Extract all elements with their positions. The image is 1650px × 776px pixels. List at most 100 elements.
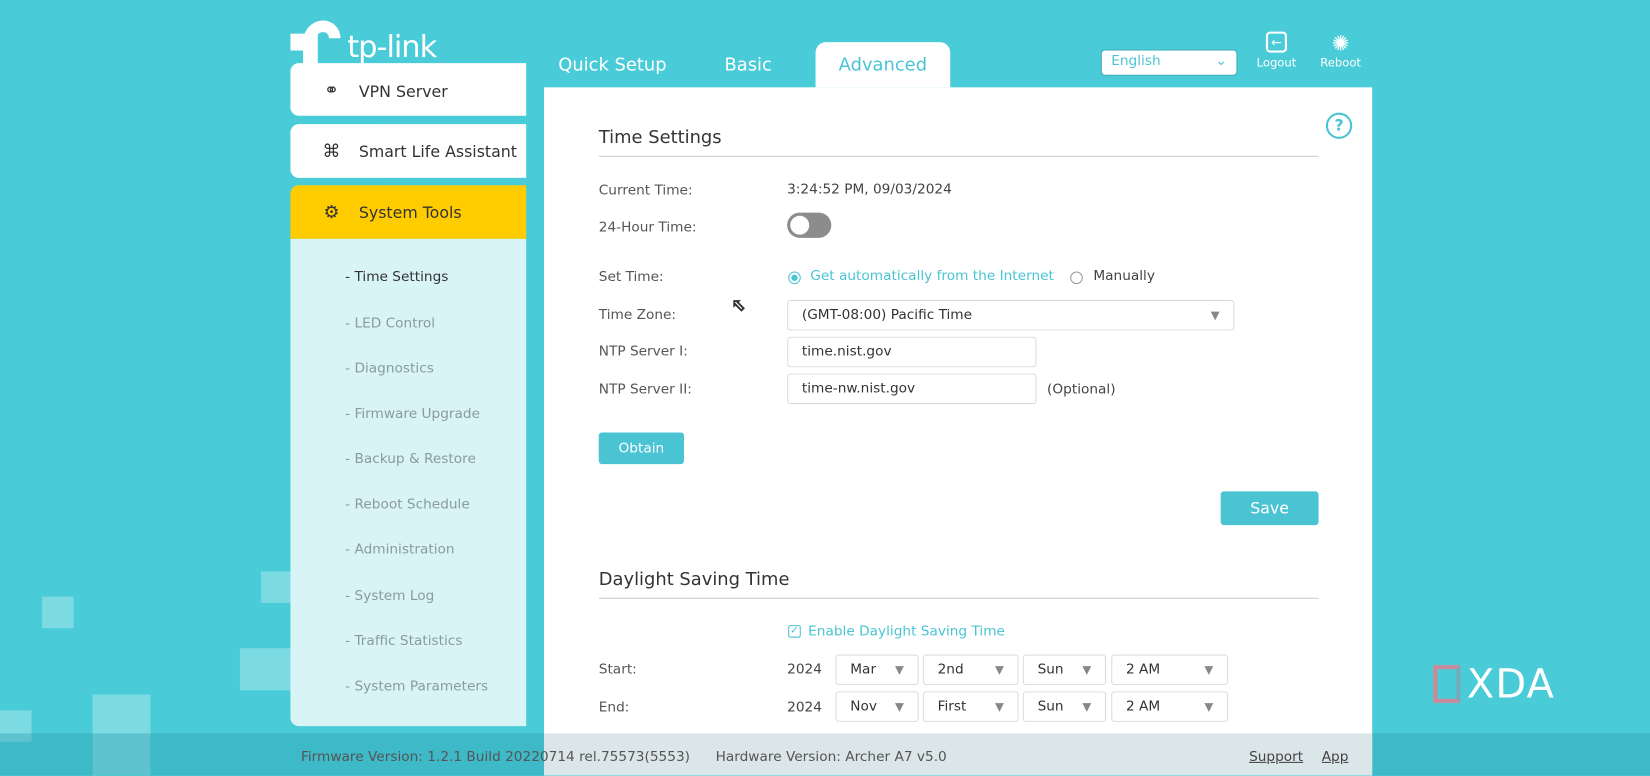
dst-start-label: Start: [598, 661, 637, 678]
select-value: Sun [1037, 698, 1064, 715]
dst-end-week-select[interactable]: First ▼ [922, 691, 1019, 722]
dropdown-arrow-icon: ▼ [895, 699, 904, 714]
gear-icon: ⚙ [323, 201, 340, 223]
select-value: 2nd [937, 661, 964, 678]
dropdown-arrow-icon: ▼ [1082, 662, 1092, 677]
time-zone-value: (GMT-08:00) Pacific Time [801, 307, 973, 324]
dst-end-label: End: [598, 699, 630, 716]
sidebar-item-label: System Tools [358, 202, 462, 222]
decor-square [42, 596, 74, 629]
select-value: 2 AM [1125, 661, 1161, 678]
sidebar-item-label: Smart Life Assistant [358, 141, 517, 161]
select-value: LED Control [354, 315, 436, 332]
24-hour-time-toggle[interactable] [787, 212, 832, 238]
sidebar-item-vpn-server[interactable]: ⚭ VPN Server [290, 63, 527, 116]
submenu-backup-restore[interactable]: - Backup & Restore [345, 451, 476, 467]
time-zone-label: Time Zone: [598, 307, 677, 324]
xda-watermark-text: XDA [1466, 660, 1555, 708]
dst-start-month-select[interactable]: Mar ▼ [835, 654, 919, 686]
current-time-value: 3:24:52 PM, 09/03/2024 [787, 182, 952, 198]
radio-manually[interactable] [1070, 271, 1083, 285]
select-value: - [345, 588, 351, 605]
radio-manually-label[interactable]: Manually [1093, 268, 1155, 284]
radio-auto-internet[interactable] [788, 271, 801, 285]
dst-start-week-select[interactable]: 2nd ▼ [922, 654, 1019, 686]
help-icon[interactable]: ? [1325, 112, 1353, 139]
decor-square [260, 571, 293, 603]
select-value: - [345, 315, 351, 332]
radio-auto-internet-label[interactable]: Get automatically from the Internet [810, 268, 1054, 284]
dst-end-month-select[interactable]: Nov ▼ [835, 691, 919, 722]
submenu-firmware-upgrade[interactable]: - Firmware Upgrade [345, 406, 480, 422]
dropdown-arrow-icon: ▼ [1210, 308, 1220, 323]
select-value: Traffic Statistics [354, 633, 463, 650]
enable-dst-label[interactable]: Enable Daylight Saving Time [808, 624, 1005, 640]
sidebar-item-system-tools[interactable]: ⚙ System Tools [290, 185, 527, 239]
dropdown-arrow-icon: ▼ [1204, 662, 1214, 677]
reboot-button[interactable]: ✺ Reboot [1314, 32, 1367, 70]
daylight-saving-title: Daylight Saving Time [598, 569, 790, 591]
select-value: Diagnostics [354, 360, 434, 377]
submenu-system-parameters[interactable]: - System Parameters [345, 679, 488, 695]
chevron-down-icon: ⌄ [1215, 53, 1227, 70]
main-panel: ? Time Settings Current Time: 3:24:52 PM… [544, 87, 1373, 776]
tab-basic[interactable]: Basic [705, 42, 791, 87]
dropdown-arrow-icon: ▼ [895, 662, 904, 677]
decor-square [239, 648, 293, 691]
ntp-server-1-input[interactable]: time.nist.gov [787, 336, 1037, 368]
submenu-traffic-statistics[interactable]: - Traffic Statistics [345, 633, 462, 649]
24-hour-time-label: 24-Hour Time: [598, 219, 697, 236]
dropdown-arrow-icon: ▼ [1082, 699, 1092, 714]
submenu-system-log[interactable]: - System Log [345, 588, 434, 604]
select-value: - [345, 360, 351, 377]
ntp-server-2-input[interactable]: time-nw.nist.gov [787, 373, 1037, 405]
app-link[interactable]: App [1322, 749, 1349, 765]
mouse-cursor-icon: ⬁ [731, 294, 746, 315]
submenu-time-settings[interactable]: - Time Settings [345, 269, 448, 285]
select-value: - [345, 496, 351, 513]
divider [598, 597, 1319, 599]
support-link[interactable]: Support [1249, 749, 1303, 765]
dst-end-year: 2024 [787, 699, 822, 716]
vpn-key-icon: ⚭ [323, 79, 339, 102]
submenu-diagnostics[interactable]: - Diagnostics [345, 361, 434, 377]
select-value: System Parameters [354, 678, 489, 695]
cloverleaf-icon: ⌘ [322, 140, 341, 162]
reboot-label: Reboot [1320, 55, 1361, 70]
time-zone-select[interactable]: (GMT-08:00) Pacific Time ▼ [787, 299, 1235, 331]
select-value: Firmware Upgrade [354, 406, 480, 422]
logout-button[interactable]: ← Logout [1250, 31, 1303, 70]
select-value: - [345, 269, 351, 286]
system-tools-submenu: - Time Settings - LED Control - Diagnost… [290, 238, 527, 727]
xda-watermark: XDA [1433, 661, 1555, 707]
firmware-version: Firmware Version: 1.2.1 Build 20220714 r… [300, 749, 690, 766]
submenu-led-control[interactable]: - LED Control [345, 316, 435, 332]
language-value: English [1111, 53, 1161, 70]
select-value: - [345, 541, 351, 558]
sidebar-item-smart-life-assistant[interactable]: ⌘ Smart Life Assistant [290, 124, 527, 178]
select-value: Administration [354, 541, 455, 558]
dst-start-day-select[interactable]: Sun ▼ [1022, 654, 1106, 686]
save-button[interactable]: Save [1220, 491, 1319, 526]
select-value: Time Settings [354, 269, 449, 286]
enable-dst-checkbox[interactable]: ✓ [788, 625, 801, 638]
submenu-administration[interactable]: - Administration [345, 542, 454, 558]
reboot-icon: ✺ [1331, 30, 1350, 56]
logo-text: tp-link [347, 28, 437, 65]
router-admin-page: tp-link Quick Setup Basic Advanced Engli… [0, 0, 1650, 776]
dst-end-time-select[interactable]: 2 AM ▼ [1111, 691, 1229, 722]
language-select[interactable]: English ⌄ [1100, 49, 1238, 76]
select-value: Sun [1037, 661, 1064, 678]
footer: Firmware Version: 1.2.1 Build 20220714 r… [0, 733, 1650, 776]
tab-quick-setup[interactable]: Quick Setup [547, 42, 677, 87]
dst-end-day-select[interactable]: Sun ▼ [1022, 691, 1106, 722]
obtain-button[interactable]: Obtain [598, 432, 684, 465]
select-value: - [345, 451, 351, 468]
submenu-reboot-schedule[interactable]: - Reboot Schedule [345, 497, 470, 513]
dst-start-time-select[interactable]: 2 AM ▼ [1111, 654, 1229, 686]
logout-label: Logout [1256, 55, 1297, 70]
dropdown-arrow-icon: ▼ [1204, 699, 1214, 714]
set-time-label: Set Time: [598, 269, 664, 286]
tab-advanced[interactable]: Advanced [815, 42, 951, 88]
select-value: - [345, 406, 351, 422]
